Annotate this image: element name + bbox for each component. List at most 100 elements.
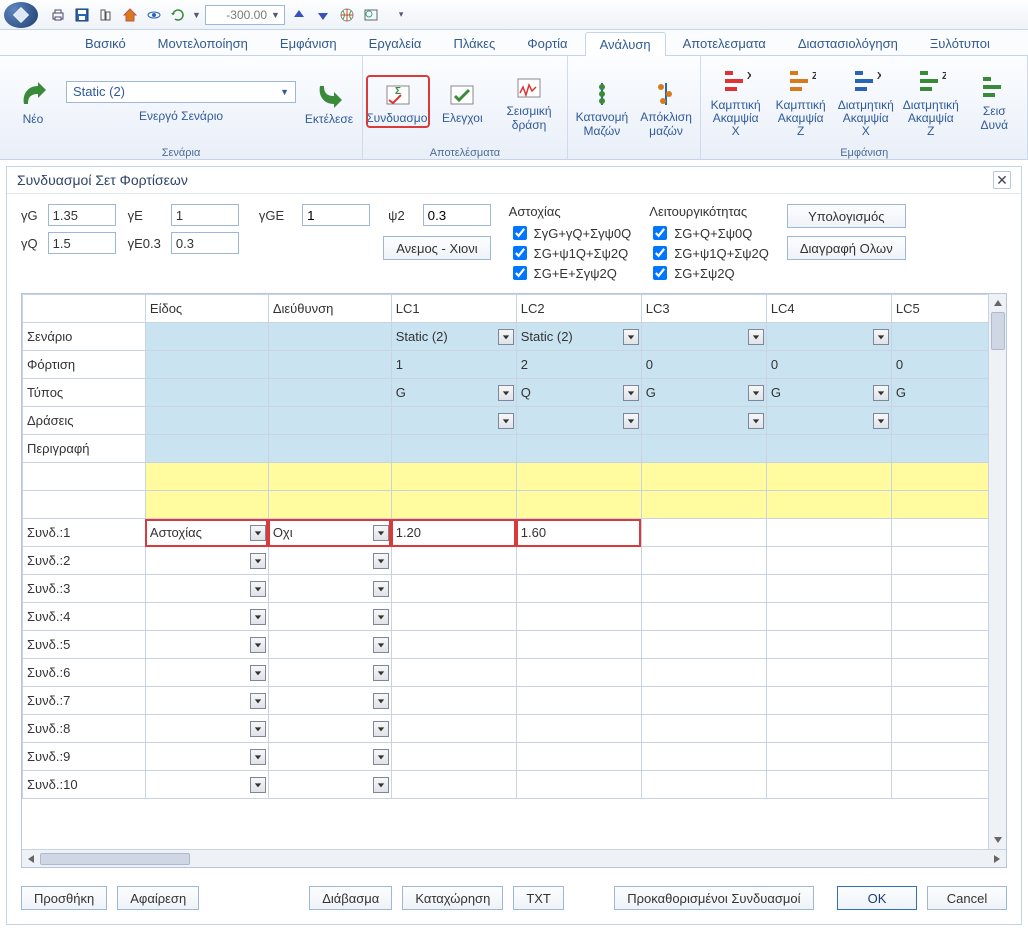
app-logo[interactable] — [4, 2, 38, 28]
service-checkbox-1[interactable] — [653, 246, 667, 260]
save-button[interactable]: Καταχώρηση — [402, 886, 503, 910]
tab-8[interactable]: Διαστασιολόγηση — [783, 31, 913, 55]
dropdown-icon[interactable] — [623, 413, 639, 429]
dropdown-icon[interactable] — [748, 385, 764, 401]
scroll-right-icon[interactable] — [988, 850, 1006, 867]
add-button[interactable]: Προσθήκη — [21, 886, 107, 910]
neo-button[interactable]: Νέο — [4, 76, 62, 128]
dropdown-icon[interactable] — [373, 609, 389, 625]
psi2-input[interactable] — [423, 204, 491, 226]
dropdown-icon[interactable] — [748, 413, 764, 429]
checks-button[interactable]: Ελεγχοι — [433, 76, 491, 127]
dropdown-icon[interactable] — [873, 385, 889, 401]
combinations-button[interactable]: ΣΣυνδυασμοί — [367, 76, 429, 127]
dropdown-icon[interactable] — [250, 637, 266, 653]
dropdown-icon[interactable] — [250, 581, 266, 597]
read-button[interactable]: Διάβασμα — [309, 886, 392, 910]
horizontal-scrollbar[interactable] — [22, 849, 1006, 867]
tab-3[interactable]: Εργαλεία — [354, 31, 437, 55]
dropdown-icon[interactable] — [250, 553, 266, 569]
dropdown-icon[interactable] — [373, 721, 389, 737]
arrow-down-icon[interactable] — [313, 5, 333, 25]
gGE-input[interactable] — [302, 204, 370, 226]
refresh-icon[interactable] — [168, 5, 188, 25]
gE-input[interactable] — [171, 204, 239, 226]
chevron-down-icon[interactable]: ▼ — [271, 10, 280, 20]
shear-x-button[interactable]: XΔιατμητική Ακαμψία Χ — [835, 63, 896, 141]
failure-checkbox-1[interactable] — [513, 246, 527, 260]
dropdown-icon[interactable] — [250, 609, 266, 625]
gE03-input[interactable] — [171, 232, 239, 254]
scroll-up-icon[interactable] — [989, 294, 1006, 312]
cancel-button[interactable]: Cancel — [927, 886, 1007, 910]
failure-checkbox-2[interactable] — [513, 266, 527, 280]
building-icon[interactable] — [96, 5, 116, 25]
dropdown-icon[interactable] — [250, 777, 266, 793]
failure-check-0[interactable]: ΣγG+γQ+Σγψ0Q — [509, 223, 632, 243]
wind-snow-button[interactable]: Ανεμος - Χιονι — [383, 236, 490, 260]
tab-1[interactable]: Μοντελοποίηση — [143, 31, 263, 55]
scroll-down-icon[interactable] — [989, 831, 1006, 849]
tab-6[interactable]: Ανάλυση — [585, 32, 666, 56]
dropdown-icon[interactable] — [373, 777, 389, 793]
service-checkbox-2[interactable] — [653, 266, 667, 280]
gQ-input[interactable] — [48, 232, 116, 254]
save-icon[interactable] — [72, 5, 92, 25]
dropdown-icon[interactable] — [250, 721, 266, 737]
dropdown-icon[interactable] — [623, 385, 639, 401]
scroll-thumb-v[interactable] — [991, 312, 1005, 350]
clear-all-button[interactable]: Διαγραφή Ολων — [787, 236, 906, 260]
dropdown-icon[interactable] — [873, 413, 889, 429]
failure-checkbox-0[interactable] — [513, 226, 527, 240]
seis-dyn-button[interactable]: Σεισ Δυνά — [965, 69, 1023, 133]
dropdown-icon[interactable] — [373, 553, 389, 569]
globe-icon[interactable] — [337, 5, 357, 25]
print-icon[interactable] — [48, 5, 68, 25]
dropdown-icon[interactable] — [373, 749, 389, 765]
dropdown-icon[interactable] — [250, 693, 266, 709]
dropdown-icon[interactable] — [748, 329, 764, 345]
close-icon[interactable]: ✕ — [993, 171, 1011, 189]
dropdown-icon[interactable]: ▼ — [192, 10, 201, 20]
preset-button[interactable]: Προκαθορισμένοι Συνδυασμοί — [614, 886, 814, 910]
scroll-thumb-h[interactable] — [40, 853, 190, 865]
failure-check-1[interactable]: ΣG+ψ1Q+Σψ2Q — [509, 243, 632, 263]
service-checkbox-0[interactable] — [653, 226, 667, 240]
dropdown-icon[interactable] — [250, 749, 266, 765]
remove-button[interactable]: Αφαίρεση — [117, 886, 199, 910]
tab-7[interactable]: Αποτελεσματα — [668, 31, 781, 55]
shear-z-button[interactable]: ZΔιατμητική Ακαμψία Ζ — [900, 63, 961, 141]
dropdown-icon[interactable] — [373, 637, 389, 653]
service-check-1[interactable]: ΣG+ψ1Q+Σψ2Q — [649, 243, 769, 263]
seismic-button[interactable]: Σεισμική δράση — [495, 69, 563, 133]
service-check-2[interactable]: ΣG+Σψ2Q — [649, 263, 769, 283]
dropdown-icon[interactable] — [250, 665, 266, 681]
failure-check-2[interactable]: ΣG+E+Σγψ2Q — [509, 263, 632, 283]
bend-z-button[interactable]: ZΚαμπτική Ακαμψία Ζ — [770, 63, 831, 141]
qat-dropdown-icon[interactable]: ▾ — [399, 9, 404, 20]
dropdown-icon[interactable] — [498, 329, 514, 345]
dropdown-icon[interactable] — [373, 693, 389, 709]
arrow-up-icon[interactable] — [289, 5, 309, 25]
gallery-icon[interactable] — [361, 5, 381, 25]
active-scenario-combo[interactable]: Static (2)▼ — [66, 81, 296, 103]
scroll-left-icon[interactable] — [22, 850, 40, 867]
dropdown-icon[interactable] — [373, 665, 389, 681]
tab-5[interactable]: Φορτία — [512, 31, 582, 55]
tab-4[interactable]: Πλάκες — [438, 31, 510, 55]
vertical-scrollbar[interactable] — [988, 294, 1006, 849]
service-check-0[interactable]: ΣG+Q+Σψ0Q — [649, 223, 769, 243]
tab-9[interactable]: Ξυλότυποι — [915, 31, 1005, 55]
eye-icon[interactable] — [144, 5, 164, 25]
tab-0[interactable]: Βασικό — [70, 31, 141, 55]
dropdown-icon[interactable] — [498, 385, 514, 401]
mass-dist-button[interactable]: Κατανομή Μαζών — [572, 75, 632, 139]
txt-button[interactable]: TXT — [513, 886, 564, 910]
home-icon[interactable] — [120, 5, 140, 25]
dropdown-icon[interactable] — [623, 329, 639, 345]
value-input[interactable]: -300.00 ▼ — [205, 5, 285, 25]
dropdown-icon[interactable] — [250, 525, 266, 541]
calculate-button[interactable]: Υπολογισμός — [787, 204, 906, 228]
dropdown-icon[interactable] — [373, 525, 389, 541]
dropdown-icon[interactable] — [373, 581, 389, 597]
